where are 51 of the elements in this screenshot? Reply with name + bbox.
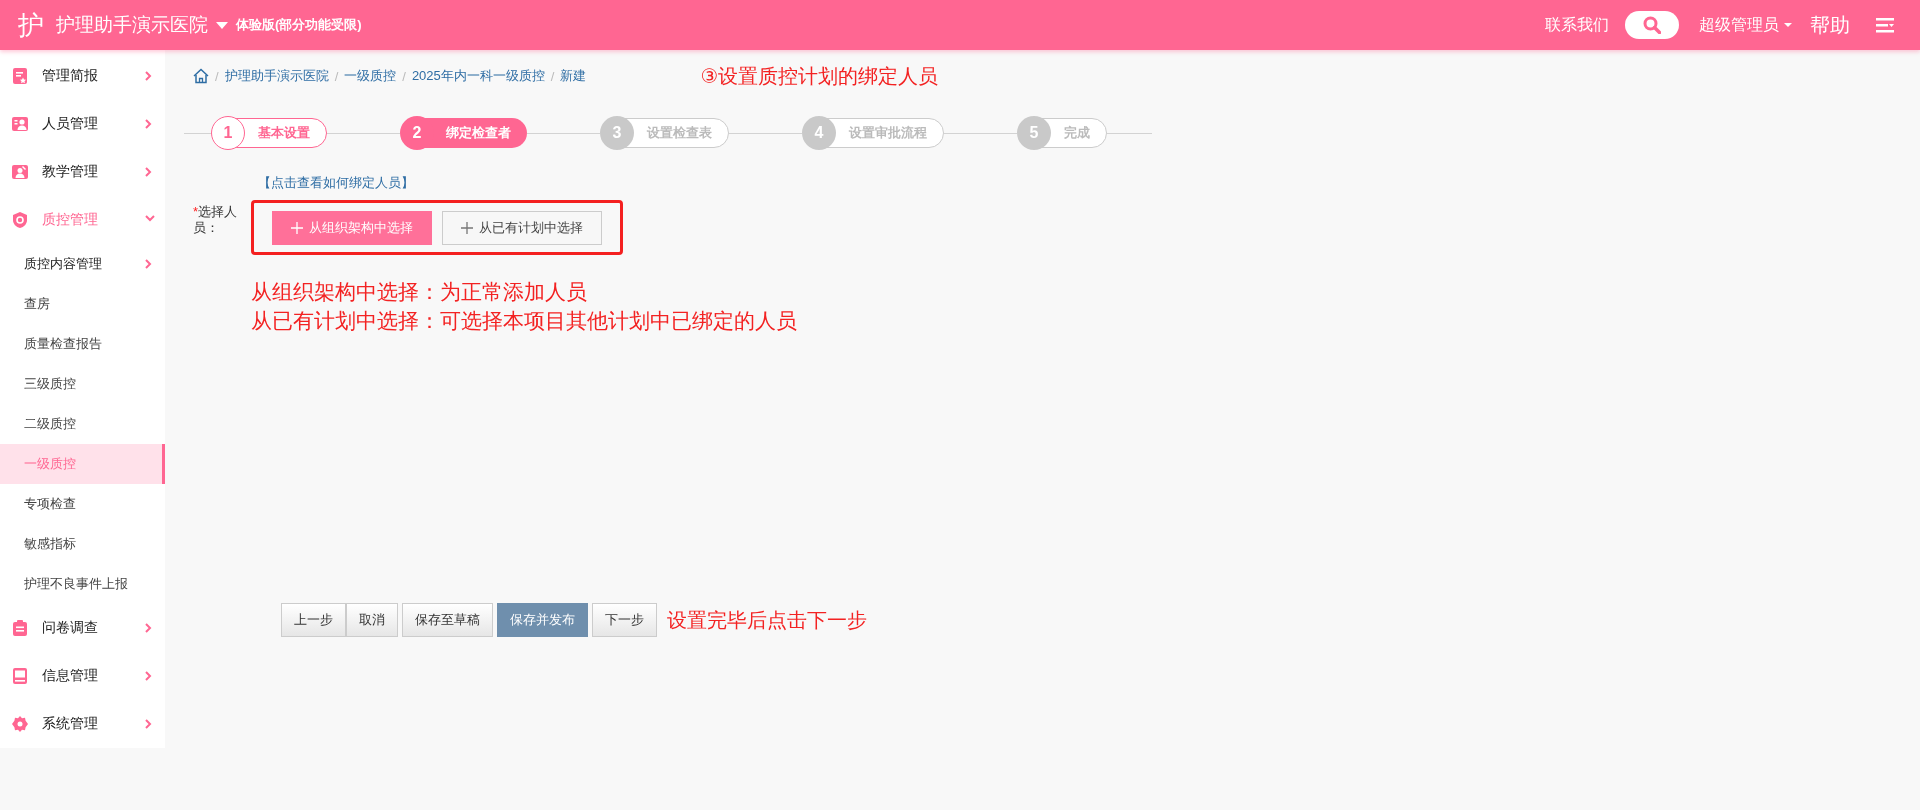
search-button[interactable]: [1625, 11, 1679, 39]
annotation-text: 从已有计划中选择：可选择本项目其他计划中已绑定的人员: [251, 308, 798, 334]
caret-icon[interactable]: [1784, 23, 1792, 27]
breadcrumb-separator: /: [402, 68, 406, 84]
plus-icon: [461, 222, 473, 234]
report-icon: [12, 68, 28, 84]
sidebar-subitem[interactable]: 质量检查报告: [0, 324, 165, 364]
home-icon[interactable]: [193, 68, 209, 84]
breadcrumb-separator: /: [334, 68, 339, 84]
action-button[interactable]: 保存至草稿: [402, 603, 493, 637]
help-link[interactable]: 【点击查看如何绑定人员】: [258, 174, 1920, 192]
sidebar-subitem[interactable]: 质控内容管理: [0, 244, 165, 284]
sidebar-item[interactable]: 管理简报: [0, 52, 165, 100]
sidebar-item[interactable]: 信息管理: [0, 652, 165, 700]
breadcrumb-separator: /: [550, 68, 555, 84]
annotation-text: 设置完毕后点击下一步: [667, 607, 867, 633]
clipboard-icon: [12, 620, 28, 636]
action-button[interactable]: 下一步: [592, 603, 657, 637]
action-button[interactable]: 上一步: [281, 603, 346, 637]
action-button[interactable]: 取消: [346, 603, 398, 637]
breadcrumb-link[interactable]: 护理助手演示医院: [224, 67, 329, 85]
sidebar-subitem[interactable]: 查房: [0, 284, 165, 324]
select-button[interactable]: 从已有计划中选择: [442, 211, 602, 245]
sidebar-subitem[interactable]: 三级质控: [0, 364, 165, 404]
sidebar-subitem[interactable]: 专项检查: [0, 484, 165, 524]
sidebar-subitem[interactable]: 二级质控: [0, 404, 165, 444]
caret-icon[interactable]: [216, 21, 228, 29]
breadcrumb-link[interactable]: 一级质控: [344, 67, 397, 85]
field-label: *选择人员：: [193, 204, 239, 236]
sidebar-item[interactable]: 人员管理: [0, 100, 165, 148]
annotation-text: 从组织架构中选择：为正常添加人员: [251, 279, 588, 305]
step-number: 1: [211, 116, 245, 150]
shield-icon: [12, 212, 28, 228]
breadcrumb-link[interactable]: 新建: [560, 67, 587, 85]
sidebar-item[interactable]: 问卷调查: [0, 604, 165, 652]
sidebar-subitem[interactable]: 敏感指标: [0, 524, 165, 564]
sidebar-item[interactable]: 系统管理: [0, 700, 165, 748]
annotation-text: ③设置质控计划的绑定人员: [700, 63, 939, 89]
search-icon: [1643, 16, 1661, 34]
logo-text: 护: [18, 8, 44, 42]
sidebar-item[interactable]: 教学管理: [0, 148, 165, 196]
edition-label: 体验版(部分功能受限): [236, 16, 362, 34]
monitor-icon: [12, 668, 28, 684]
menu-icon[interactable]: [1876, 17, 1894, 33]
teacher-icon: [12, 164, 28, 180]
badge-icon: [12, 116, 28, 132]
sidebar-subitem[interactable]: 护理不良事件上报: [0, 564, 165, 604]
gear-icon: [12, 716, 28, 732]
plus-icon: [291, 222, 303, 234]
breadcrumb-separator: /: [215, 68, 219, 84]
breadcrumb-link[interactable]: 2025年内一科一级质控: [411, 67, 545, 85]
